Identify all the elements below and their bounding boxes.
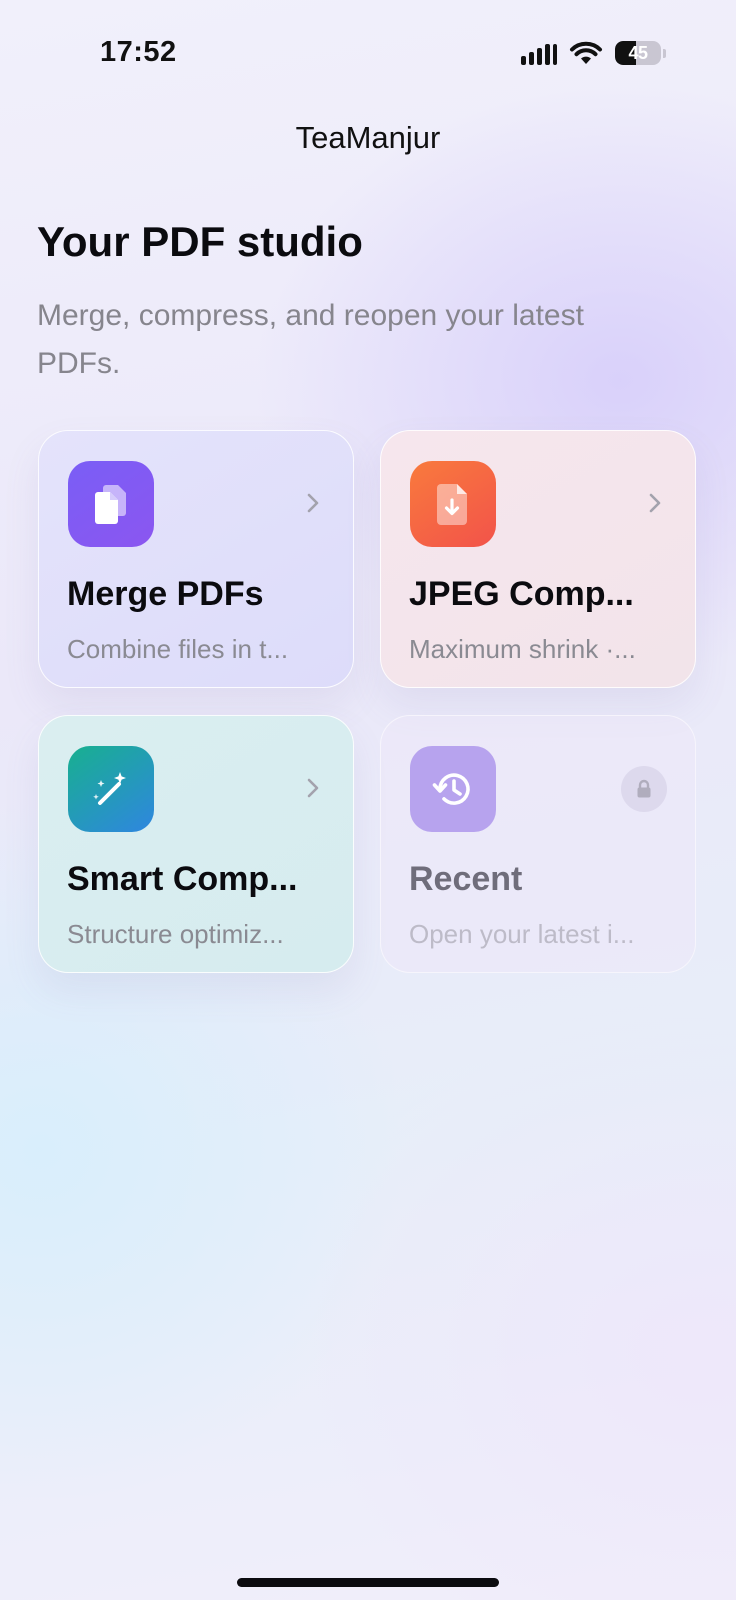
status-bar: 17:52 45	[0, 0, 736, 100]
card-title: Smart Comp...	[67, 860, 298, 898]
smart-compress-card[interactable]: Smart Comp... Structure optimiz...	[38, 715, 354, 973]
app-title: TeaManjur	[295, 120, 441, 155]
page-subtitle: Merge, compress, and reopen your latest …	[37, 299, 584, 380]
merge-pdfs-card[interactable]: Merge PDFs Combine files in t...	[38, 430, 354, 688]
wifi-icon	[569, 40, 603, 66]
jpeg-compress-card[interactable]: JPEG Comp... Maximum shrink ·...	[380, 430, 696, 688]
battery-level: 45	[628, 42, 648, 63]
card-description: Open your latest i...	[409, 919, 635, 949]
status-time: 17:52	[100, 36, 177, 68]
card-title: Recent	[409, 860, 523, 898]
history-icon	[410, 746, 496, 832]
page-title: Your PDF studio	[37, 218, 363, 265]
battery-icon: 45	[615, 41, 661, 65]
card-title: Merge PDFs	[67, 575, 264, 613]
documents-icon	[68, 461, 154, 547]
signal-icon	[521, 41, 557, 65]
card-title: JPEG Comp...	[409, 575, 634, 613]
status-icons: 45	[521, 38, 666, 68]
file-download-icon	[410, 461, 496, 547]
lock-icon	[621, 766, 667, 812]
chevron-right-icon	[301, 491, 325, 515]
card-description: Combine files in t...	[67, 634, 289, 664]
card-description: Structure optimiz...	[67, 919, 284, 949]
magic-wand-icon	[68, 746, 154, 832]
card-description: Maximum shrink ·...	[409, 634, 636, 664]
battery-tip	[663, 48, 666, 58]
chevron-right-icon	[301, 776, 325, 800]
home-indicator[interactable]	[237, 1578, 499, 1587]
chevron-right-icon	[643, 491, 667, 515]
recent-card[interactable]: Recent Open your latest i...	[380, 715, 696, 973]
